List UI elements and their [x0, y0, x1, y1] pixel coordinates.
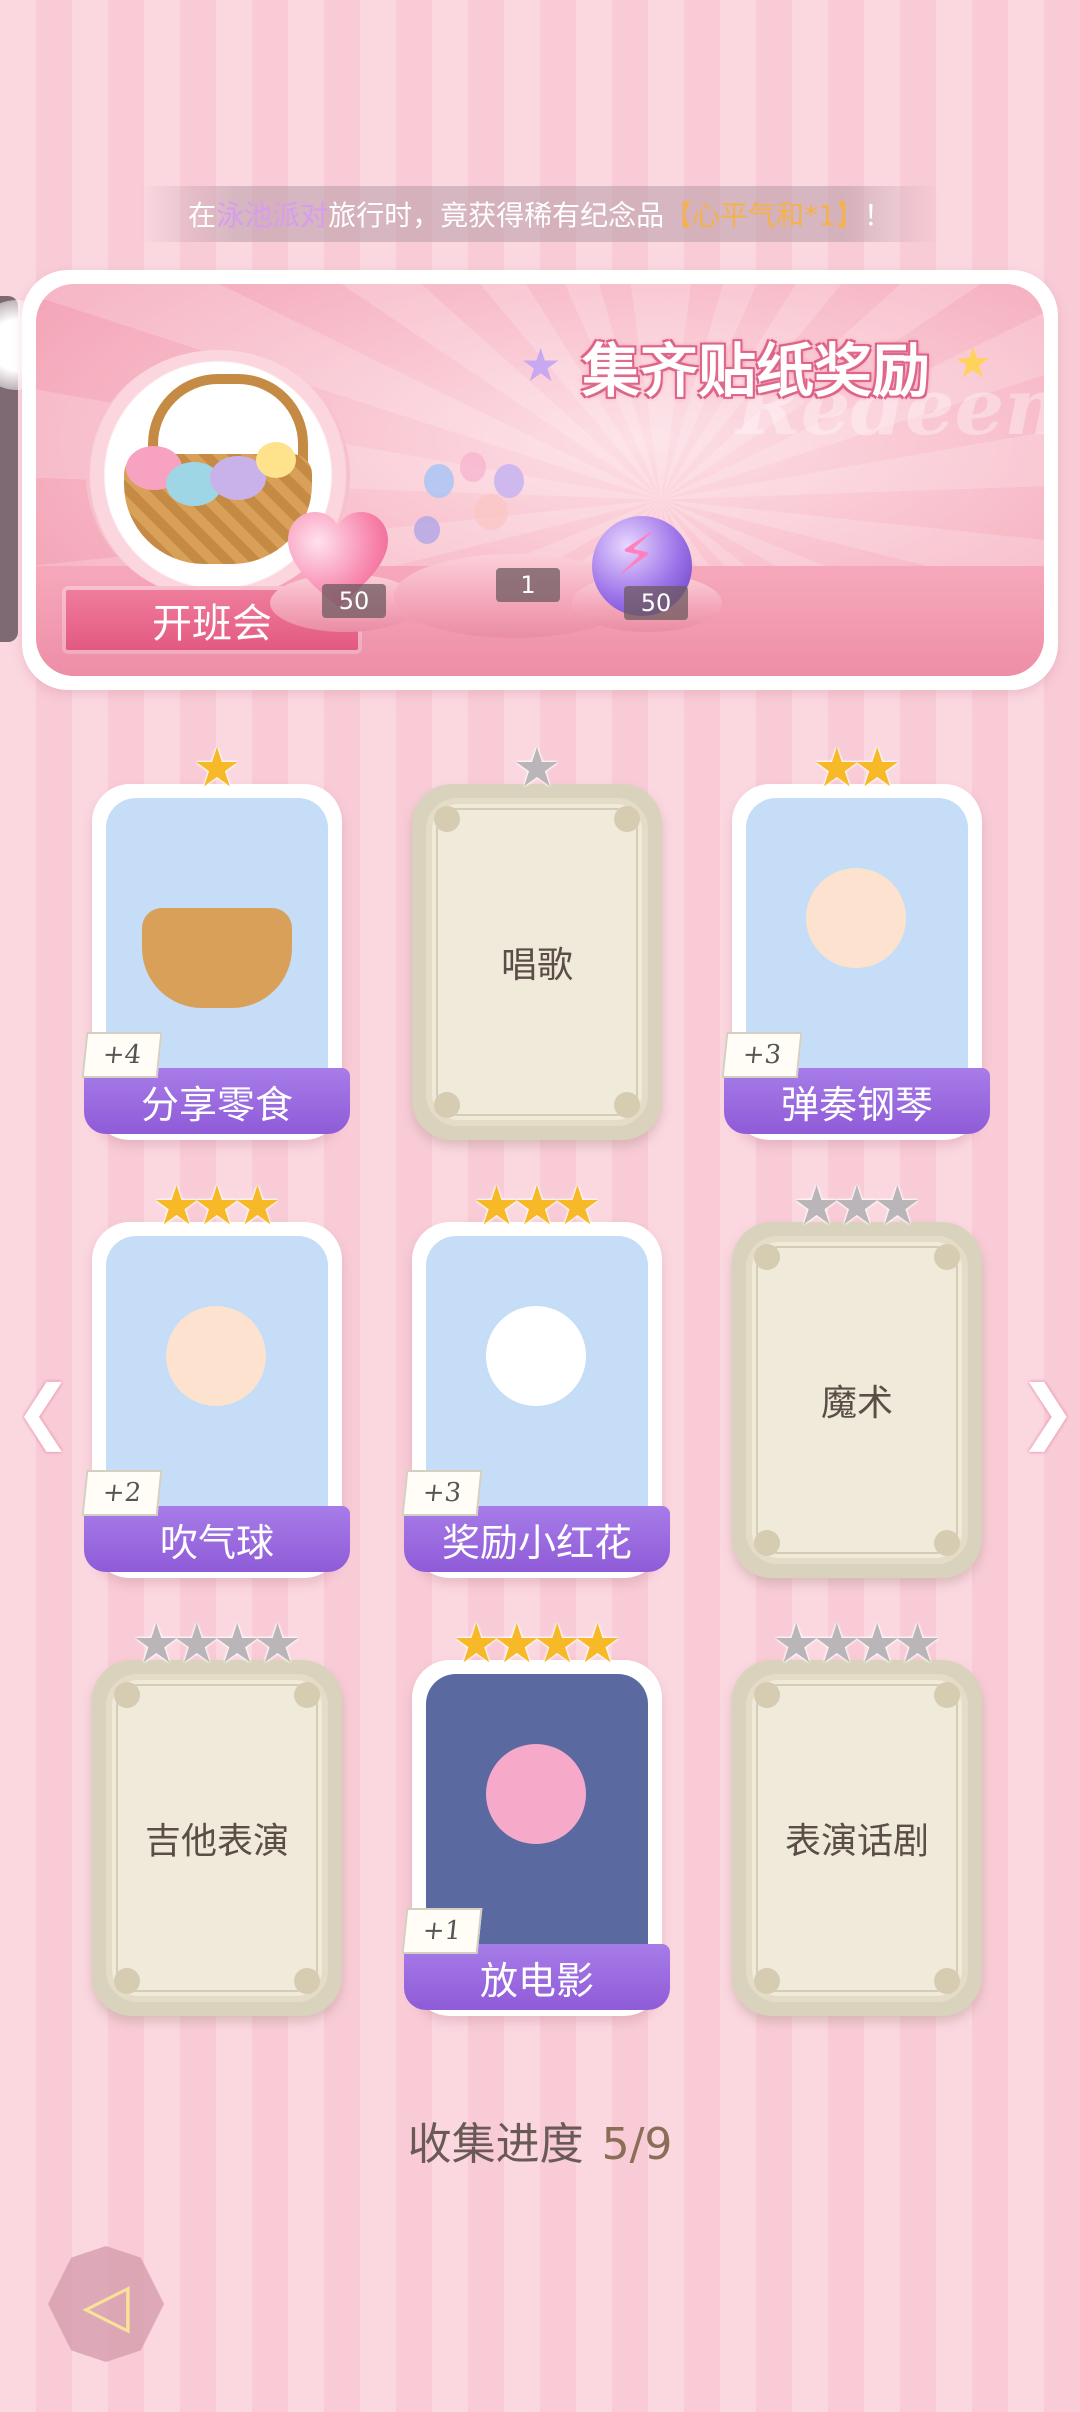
collection-progress: 收集进度 5/9 — [0, 2108, 1080, 2172]
banner-background: Redeem ★ 集齐贴纸奖励 ★ 开班会 50 1 — [36, 284, 1044, 676]
star-icon: ★ — [253, 1612, 302, 1675]
corner-ornament — [754, 1682, 780, 1708]
corner-ornament — [934, 1968, 960, 1994]
star-rating: ★ ★ — [732, 736, 982, 799]
corner-ornament — [434, 806, 460, 832]
sticker-card[interactable]: 唱歌 ★ — [412, 741, 662, 1140]
star-rating: ★ — [412, 736, 662, 799]
star-rating: ★ — [92, 736, 342, 799]
star-icon: ★ — [233, 1174, 282, 1237]
reward-count: 1 — [496, 568, 560, 602]
star-rating: ★ ★ ★ — [92, 1174, 342, 1237]
notice-place: 泳池派对 — [216, 199, 329, 232]
star-icon: ★ — [573, 1612, 622, 1675]
bonus-badge: +2 — [81, 1470, 163, 1516]
notice-middle: 旅行时，竟获得稀有纪念品 — [328, 199, 665, 232]
back-arrow-icon: ◁ — [82, 2267, 130, 2341]
star-icon: ★ — [954, 338, 992, 387]
star-icon: ★ — [893, 1612, 942, 1675]
bonus-badge: +3 — [721, 1032, 803, 1078]
corner-ornament — [934, 1682, 960, 1708]
locked-sticker-label: 魔术 — [746, 1236, 968, 1564]
corner-ornament — [754, 1968, 780, 1994]
corner-ornament — [754, 1530, 780, 1556]
star-icon: ★ — [853, 736, 902, 799]
progress-value: 5/9 — [601, 2119, 673, 2170]
notice-bar: 在 泳池派对 旅行时，竟获得稀有纪念品 【心平气和*1】 ！ — [140, 186, 940, 242]
star-rating: ★ ★ ★ ★ — [412, 1612, 662, 1675]
corner-ornament — [114, 1968, 140, 1994]
lightning-icon: ⚡ — [616, 520, 657, 588]
notice-suffix: ！ — [863, 199, 892, 232]
corner-ornament — [434, 1092, 460, 1118]
star-rating: ★ ★ ★ ★ — [732, 1612, 982, 1675]
sticker-reward-banner: Redeem ★ 集齐贴纸奖励 ★ 开班会 50 1 — [22, 270, 1058, 690]
star-rating: ★ ★ ★ ★ — [92, 1612, 342, 1675]
back-button[interactable]: ◁ — [48, 2246, 164, 2362]
bonus-badge: +4 — [81, 1032, 163, 1078]
bonus-badge: +3 — [401, 1470, 483, 1516]
notice-item: 【心平气和*1】 — [664, 199, 864, 232]
progress-label: 收集进度 — [407, 2119, 584, 2170]
locked-sticker-label: 吉他表演 — [106, 1674, 328, 2002]
locked-sticker-label: 唱歌 — [426, 798, 648, 1126]
corner-ornament — [934, 1530, 960, 1556]
sticker-card[interactable]: 魔术 ★ ★ ★ — [732, 1179, 982, 1578]
corner-ornament — [294, 1682, 320, 1708]
sticker-card[interactable]: 弹奏钢琴 +3 ★ ★ — [721, 741, 990, 1140]
star-rating: ★ ★ ★ — [732, 1174, 982, 1237]
banner-title: 集齐贴纸奖励 — [581, 337, 930, 405]
next-page-arrow-icon[interactable]: ❯ — [1018, 1370, 1077, 1452]
corner-ornament — [294, 1968, 320, 1994]
notice-prefix: 在 — [188, 199, 217, 232]
prev-page-arrow-icon[interactable]: ❮ — [14, 1370, 73, 1452]
corner-ornament — [614, 806, 640, 832]
sticker-card[interactable]: 放电影 +1 ★ ★ ★ ★ — [401, 1617, 670, 2016]
locked-sticker-label: 表演话剧 — [746, 1674, 968, 2002]
sticker-card[interactable]: 吉他表演 ★ ★ ★ ★ — [92, 1617, 342, 2016]
sticker-card[interactable]: 表演话剧 ★ ★ ★ ★ — [732, 1617, 982, 2016]
reward-count: 50 — [322, 584, 386, 618]
star-icon: ★ — [553, 1174, 602, 1237]
sticker-card[interactable]: 奖励小红花 +3 ★ ★ ★ — [401, 1179, 670, 1578]
star-icon: ★ — [192, 736, 242, 799]
bonus-badge: +1 — [401, 1908, 483, 1954]
star-icon: ★ — [512, 736, 562, 799]
sticker-card[interactable]: 分享零食 +4 ★ — [81, 741, 350, 1140]
star-icon: ★ — [873, 1174, 922, 1237]
corner-ornament — [114, 1682, 140, 1708]
corner-ornament — [934, 1244, 960, 1270]
balloon-bunch-icon[interactable] — [414, 444, 564, 564]
sticker-card[interactable]: 吹气球 +2 ★ ★ ★ — [81, 1179, 350, 1578]
reward-count: 50 — [624, 586, 688, 620]
star-rating: ★ ★ ★ — [412, 1174, 662, 1237]
corner-ornament — [754, 1244, 780, 1270]
corner-ornament — [614, 1092, 640, 1118]
